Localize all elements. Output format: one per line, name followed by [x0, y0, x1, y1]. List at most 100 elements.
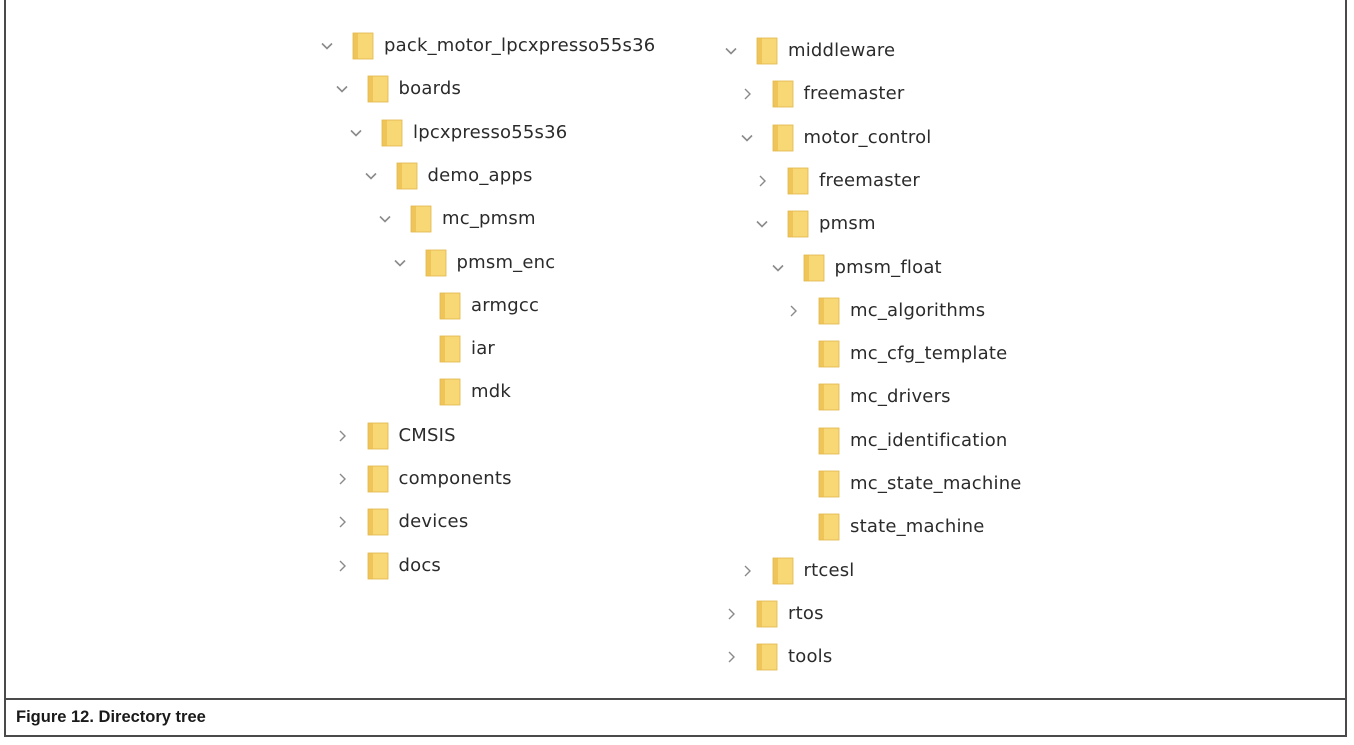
tree-item-label: tools	[788, 646, 833, 668]
tree-item-label: motor_control	[803, 126, 932, 148]
tree-item[interactable]: mc_algorithms	[784, 296, 1144, 326]
tree-item[interactable]: middleware	[722, 36, 1082, 66]
folder-icon	[818, 470, 840, 498]
folder-icon	[818, 383, 840, 411]
folder-icon	[439, 378, 461, 406]
tree-item[interactable]: mc_pmsm	[376, 204, 736, 234]
caption-bar: Figure 12. Directory tree	[6, 698, 1345, 737]
tree-item-label: pmsm_enc	[456, 251, 556, 273]
tree-item-label: mc_state_machine	[850, 473, 1022, 494]
tree-item[interactable]: demo_apps	[362, 161, 722, 191]
tree-item[interactable]: pmsm_float	[769, 253, 1129, 283]
chevron-down-icon[interactable]	[391, 254, 409, 272]
tree-item[interactable]: tools	[722, 642, 1082, 672]
tree-item[interactable]: docs	[333, 551, 693, 581]
chevron-right-icon[interactable]	[722, 648, 740, 666]
chevron-right-icon[interactable]	[333, 427, 351, 445]
tree-item-label: demo_apps	[427, 164, 533, 186]
tree-item-label: iar	[471, 338, 496, 360]
figure-frame: pack_motor_lpcxpresso55s36boards lpcxpres…	[4, 0, 1347, 737]
folder-icon	[756, 600, 778, 628]
tree-item[interactable]: iar	[405, 334, 765, 364]
chevron-down-icon[interactable]	[738, 129, 756, 147]
tree-item[interactable]: rtcesl	[738, 556, 1098, 586]
tree-item-label: mc_identification	[850, 429, 1008, 451]
folder-icon	[756, 37, 778, 65]
tree-item-label: boards	[398, 78, 462, 100]
tree-item[interactable]: state_machine	[784, 512, 1144, 542]
tree-item[interactable]: lpcxpresso55s36	[347, 118, 707, 148]
folder-icon	[367, 422, 389, 450]
chevron-right-icon[interactable]	[753, 172, 771, 190]
folder-icon	[367, 552, 389, 580]
folder-icon	[818, 340, 840, 368]
tree-item[interactable]: mc_identification	[784, 426, 1144, 456]
tree-item[interactable]: CMSIS	[333, 421, 693, 451]
folder-icon	[381, 119, 403, 147]
chevron-down-icon[interactable]	[376, 210, 394, 228]
tree-item[interactable]: motor_control	[738, 123, 1098, 153]
tree-item[interactable]: mc_state_machine	[784, 469, 1144, 499]
tree-item-label: pack_motor_lpcxpresso55s36	[384, 35, 656, 56]
folder-icon	[425, 249, 447, 277]
tree-item-label: rtcesl	[803, 559, 855, 581]
chevron-right-icon[interactable]	[333, 557, 351, 575]
folder-icon	[772, 80, 794, 108]
chevron-down-icon[interactable]	[722, 42, 740, 60]
tree-item-label: mc_algorithms	[850, 299, 986, 321]
chevron-right-icon[interactable]	[333, 470, 351, 488]
chevron-right-icon[interactable]	[738, 85, 756, 103]
tree-item-label: pmsm_float	[834, 256, 942, 278]
tree-item-label: devices	[398, 511, 469, 533]
tree-item-label: mc_drivers	[850, 386, 951, 408]
folder-icon	[803, 254, 825, 282]
folder-icon	[756, 643, 778, 671]
tree-item-label: armgcc	[471, 294, 540, 316]
tree-item-label: pmsm	[819, 213, 876, 235]
folder-icon	[787, 210, 809, 238]
tree-item[interactable]: rtos	[722, 599, 1082, 629]
tree-item-label: components	[398, 468, 512, 489]
tree-item-label: state_machine	[850, 516, 985, 538]
chevron-right-icon[interactable]	[784, 302, 802, 320]
tree-item[interactable]: pack_motor_lpcxpresso55s36	[318, 31, 678, 61]
chevron-down-icon[interactable]	[347, 124, 365, 142]
tree-item[interactable]: mc_drivers	[784, 382, 1144, 412]
folder-icon	[367, 508, 389, 536]
tree-item[interactable]: boards	[333, 74, 693, 104]
chevron-down-icon[interactable]	[769, 259, 787, 277]
tree-item[interactable]: devices	[333, 507, 693, 537]
tree-item-label: freemaster	[803, 83, 905, 105]
tree-item-label: mdk	[471, 381, 511, 403]
tree-item[interactable]: freemaster	[738, 79, 1098, 109]
folder-icon	[439, 292, 461, 320]
folder-icon	[439, 335, 461, 363]
tree-item-label: docs	[398, 554, 442, 576]
folder-icon	[818, 297, 840, 325]
chevron-down-icon[interactable]	[753, 215, 771, 233]
tree-item-label: rtos	[788, 602, 824, 624]
chevron-right-icon[interactable]	[333, 513, 351, 531]
chevron-down-icon[interactable]	[333, 80, 351, 98]
tree-item-label: freemaster	[819, 169, 920, 191]
chevron-right-icon[interactable]	[722, 605, 740, 623]
tree-item[interactable]: pmsm_enc	[391, 248, 751, 278]
tree-item-label: mc_cfg_template	[850, 343, 1008, 365]
tree-item[interactable]: mdk	[405, 377, 765, 407]
tree-item-label: mc_pmsm	[442, 208, 536, 230]
folder-icon	[818, 427, 840, 455]
chevron-down-icon[interactable]	[362, 167, 380, 185]
tree-item-label: middleware	[788, 40, 896, 61]
tree-item[interactable]: pmsm	[753, 209, 1113, 239]
folder-icon	[772, 557, 794, 585]
tree-item[interactable]: components	[333, 464, 693, 494]
folder-icon	[772, 124, 794, 152]
tree-item[interactable]: armgcc	[405, 291, 765, 321]
tree-item[interactable]: freemaster	[753, 166, 1113, 196]
folder-icon	[367, 465, 389, 493]
tree-item[interactable]: mc_cfg_template	[784, 339, 1144, 369]
tree-item-label: lpcxpresso55s36	[413, 121, 568, 143]
chevron-right-icon[interactable]	[738, 562, 756, 580]
folder-icon	[410, 205, 432, 233]
chevron-down-icon[interactable]	[318, 37, 336, 55]
